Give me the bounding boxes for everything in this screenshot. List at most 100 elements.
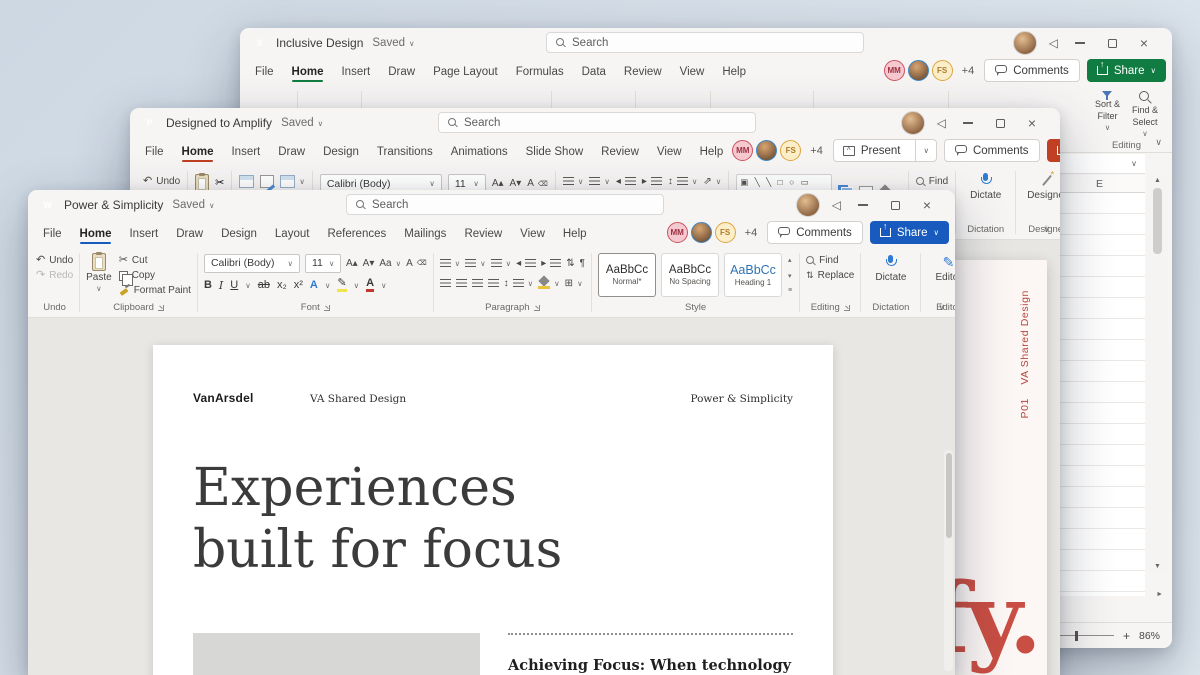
font-name-select[interactable]: Calibri (Body) ∨: [203, 253, 300, 273]
collaborator-avatar-mm[interactable]: MM: [732, 140, 754, 161]
underline-dropdown[interactable]: ∨: [245, 281, 251, 290]
dialog-launcher-icon[interactable]: [533, 304, 540, 311]
scroll-up-icon[interactable]: ▲: [1154, 177, 1161, 184]
powerpoint-close-button[interactable]: ×: [1016, 108, 1048, 138]
tab-draw[interactable]: Draw: [379, 60, 424, 86]
align-justify-icon[interactable]: [487, 278, 499, 288]
tab-formulas[interactable]: Formulas: [507, 60, 573, 86]
dialog-launcher-icon[interactable]: [843, 304, 850, 311]
tab-transitions[interactable]: Transitions: [368, 140, 442, 166]
grow-font-icon[interactable]: A▴: [346, 256, 358, 271]
slide-layout-icon[interactable]: ∨: [280, 174, 305, 189]
tab-review[interactable]: Review: [615, 60, 671, 86]
tab-insert[interactable]: Insert: [120, 222, 167, 248]
tab-review[interactable]: Review: [592, 140, 648, 166]
copy-button[interactable]: Copy: [118, 268, 191, 286]
collaborator-avatar-mm[interactable]: MM: [666, 222, 688, 243]
tab-home[interactable]: Home: [283, 60, 333, 86]
ribbon-collapse-icon[interactable]: ∨: [1155, 137, 1162, 148]
tab-file[interactable]: File: [246, 60, 283, 86]
word-minimize-button[interactable]: [847, 190, 879, 220]
clear-formatting-icon[interactable]: A ⌫: [406, 256, 427, 271]
excel-user-avatar[interactable]: [1012, 31, 1037, 55]
word-maximize-button[interactable]: [879, 190, 911, 220]
indent-increase-icon[interactable]: ▸: [642, 174, 662, 189]
underline-button[interactable]: U: [230, 279, 238, 291]
excel-close-button[interactable]: ×: [1128, 28, 1160, 58]
excel-maximize-button[interactable]: [1096, 28, 1128, 58]
tab-slide-show[interactable]: Slide Show: [517, 140, 593, 166]
feedback-megaphone-icon[interactable]: ◁: [937, 116, 946, 130]
word-vertical-scrollbar[interactable]: [944, 450, 953, 671]
excel-share-button[interactable]: Share∨: [1086, 59, 1166, 82]
tab-file[interactable]: File: [34, 222, 71, 248]
format-painter-button[interactable]: Format Paint: [119, 283, 191, 298]
excel-comments-button[interactable]: Comments: [984, 59, 1080, 82]
collaborator-extra-count[interactable]: +4: [962, 65, 975, 77]
present-button[interactable]: Present ∨: [832, 139, 937, 162]
word-search-input[interactable]: Search: [346, 194, 664, 215]
tab-review[interactable]: Review: [455, 222, 511, 248]
tab-file[interactable]: File: [136, 140, 173, 166]
feedback-megaphone-icon[interactable]: ◁: [1049, 36, 1058, 50]
align-right-icon[interactable]: [471, 278, 483, 288]
multilevel-list-icon[interactable]: ∨: [490, 256, 511, 271]
zoom-level[interactable]: 86%: [1139, 630, 1160, 642]
tab-references[interactable]: References: [318, 222, 395, 248]
powerpoint-comments-button[interactable]: Comments: [943, 139, 1040, 162]
word-user-avatar[interactable]: [795, 193, 820, 217]
indent-decrease-icon[interactable]: ◂: [516, 256, 537, 271]
powerpoint-saved-status[interactable]: Saved ∨: [281, 117, 323, 129]
collaborator-avatar-fs[interactable]: FS: [714, 222, 736, 243]
excel-search-input[interactable]: Search: [546, 32, 864, 53]
text-effects-button[interactable]: A: [310, 279, 318, 291]
zoom-in-icon[interactable]: +: [1123, 629, 1130, 643]
powerpoint-designer-button[interactable]: Designer Designer: [1016, 166, 1060, 239]
font-color-dropdown[interactable]: ∨: [381, 281, 387, 290]
tab-help[interactable]: Help: [691, 140, 733, 166]
line-spacing-icon[interactable]: ↕ ∨: [668, 174, 698, 189]
clear-formatting-icon[interactable]: A ⌫: [527, 176, 548, 191]
numbering-icon[interactable]: ∨: [589, 174, 610, 189]
collaborator-extra-count[interactable]: +4: [745, 227, 758, 239]
shrink-font-icon[interactable]: A▾: [510, 176, 522, 191]
collaborator-avatar-photo[interactable]: [907, 60, 929, 81]
word-undo-button[interactable]: ↶ Undo: [36, 253, 73, 268]
scroll-down-icon[interactable]: ▼: [1154, 563, 1161, 570]
zoom-slider-thumb[interactable]: [1075, 630, 1079, 641]
present-dropdown[interactable]: ∨: [915, 140, 936, 161]
word-comments-button[interactable]: Comments: [767, 221, 863, 244]
powerpoint-user-avatar[interactable]: [900, 111, 925, 135]
bold-button[interactable]: B: [204, 279, 212, 291]
feedback-megaphone-icon[interactable]: ◁: [832, 198, 841, 212]
bullets-icon[interactable]: ∨: [562, 174, 583, 189]
tab-mailings[interactable]: Mailings: [395, 222, 455, 248]
new-slide-icon[interactable]: [239, 175, 255, 188]
excel-vertical-scrollbar[interactable]: ▲ ▼: [1147, 175, 1168, 572]
chevron-down-icon[interactable]: ∨: [1131, 159, 1137, 168]
scroll-down-icon[interactable]: ▾: [788, 272, 792, 280]
collaborator-avatar-photo[interactable]: [756, 140, 778, 161]
editor-button[interactable]: ✎ Editor: [927, 253, 955, 283]
indent-increase-icon[interactable]: ▸: [541, 256, 562, 271]
tab-draw[interactable]: Draw: [167, 222, 212, 248]
powerpoint-maximize-button[interactable]: [984, 108, 1016, 138]
tab-view[interactable]: View: [648, 140, 691, 166]
tab-layout[interactable]: Layout: [266, 222, 319, 248]
reuse-slides-icon[interactable]: [260, 175, 275, 188]
collaborator-extra-count[interactable]: +4: [810, 145, 823, 157]
show-formatting-icon[interactable]: ¶: [580, 256, 585, 271]
find-select-button[interactable]: Find & Select ∨: [1132, 91, 1158, 138]
replace-button[interactable]: ⇅ Replace: [806, 268, 854, 283]
scroll-right-icon[interactable]: ►: [1156, 591, 1163, 598]
italic-button[interactable]: I: [219, 280, 223, 291]
paste-button[interactable]: Paste ∨: [86, 252, 112, 298]
more-styles-icon[interactable]: ≡: [788, 287, 792, 294]
tab-design[interactable]: Design: [314, 140, 368, 166]
tab-help[interactable]: Help: [554, 222, 596, 248]
powerpoint-undo-button[interactable]: ↶ Undo: [143, 174, 180, 189]
collaborator-avatar-fs[interactable]: FS: [931, 60, 953, 81]
sort-icon[interactable]: ⇅: [566, 256, 574, 271]
tab-home[interactable]: Home: [71, 222, 121, 248]
align-left-icon[interactable]: [439, 278, 451, 288]
